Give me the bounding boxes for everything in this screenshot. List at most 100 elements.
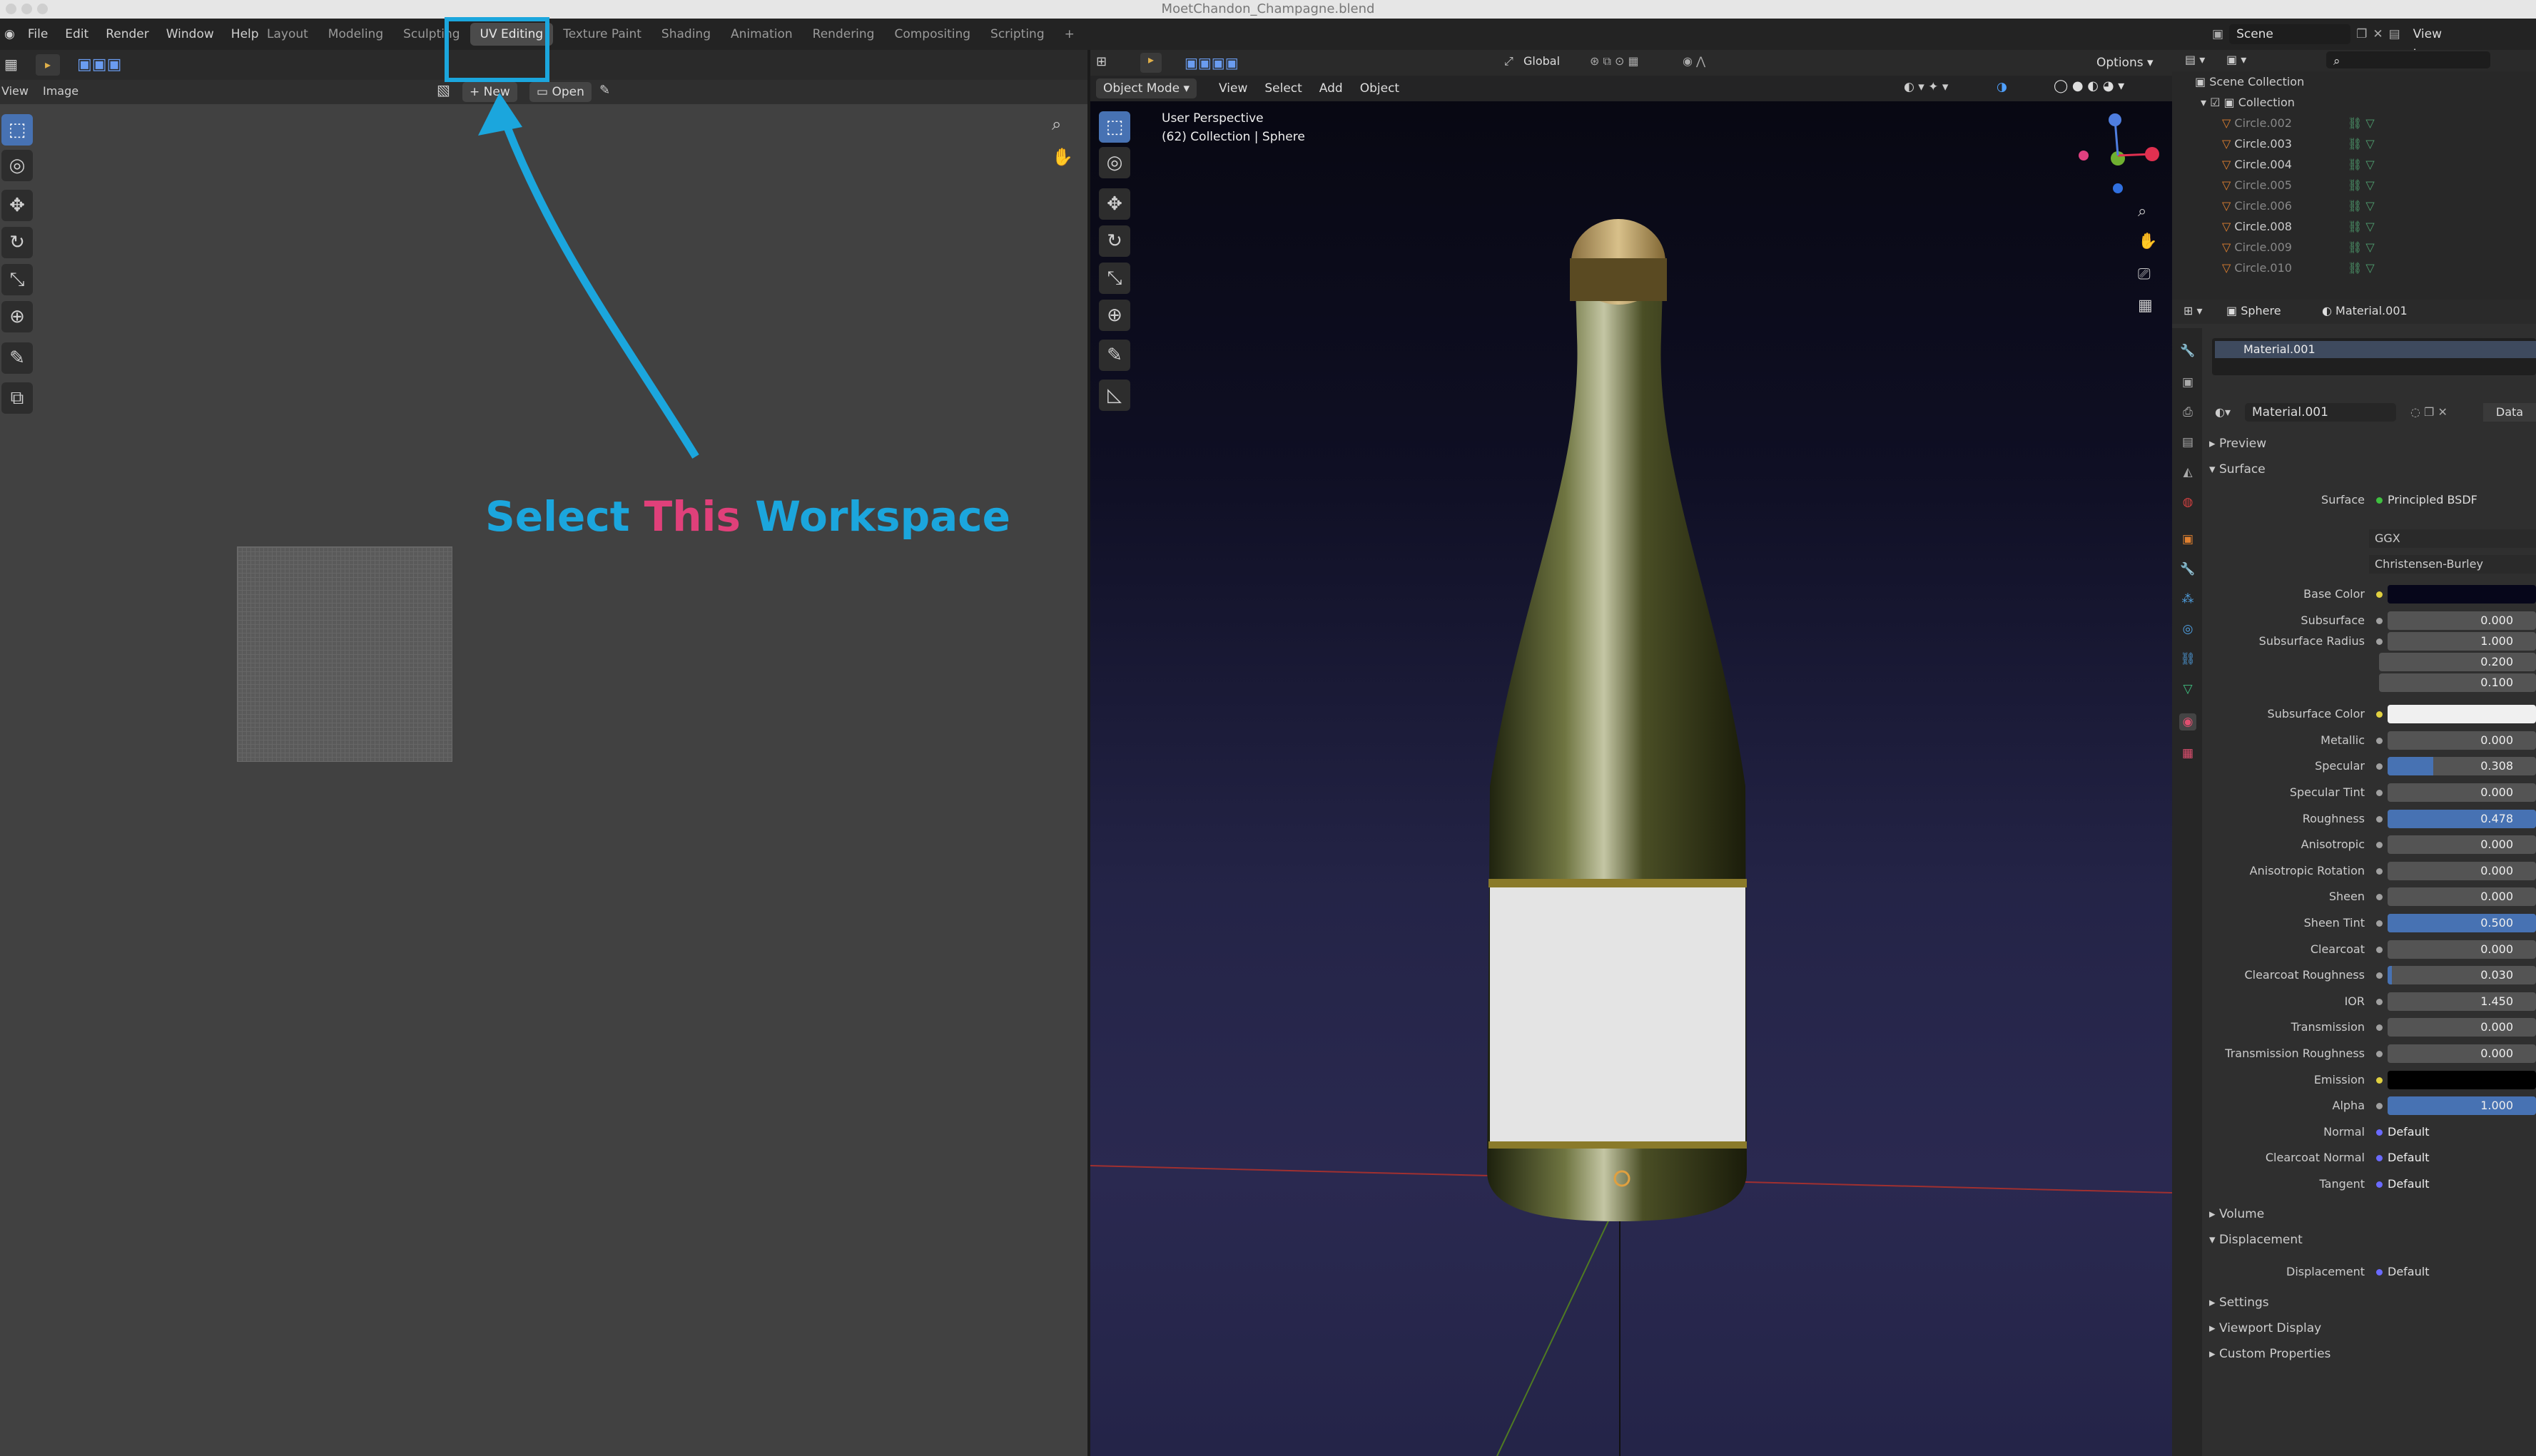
constraints-tab-icon[interactable]: ⛓	[2179, 651, 2196, 668]
new-scene-icon[interactable]: ❐	[2356, 27, 2367, 41]
surface-panel-header[interactable]: ▾ Surface	[2209, 462, 2266, 477]
outliner-scene-collection[interactable]: ▣ Scene Collection	[2172, 71, 2536, 92]
color-swatch[interactable]	[2388, 1070, 2536, 1089]
workspace-tab-scripting[interactable]: Scripting	[980, 27, 1055, 41]
param-slider[interactable]: 0.000	[2388, 887, 2536, 907]
select-box-tool-icon[interactable]: ⬚	[1, 114, 33, 146]
param-slider[interactable]: 0.478	[2388, 809, 2536, 828]
overlay-toggle-icon[interactable]: ◑	[1997, 80, 2007, 94]
param-slider[interactable]: 0.000	[2388, 940, 2536, 959]
param-slider[interactable]: 0.030	[2388, 966, 2536, 985]
param-slider[interactable]: 0.000	[2388, 783, 2536, 802]
editor-type-icon[interactable]: ▦	[4, 56, 18, 73]
viewport-display-panel-header[interactable]: ▸ Viewport Display	[2209, 1321, 2321, 1335]
outliner-item[interactable]: ▽ Circle.008 ⛓ ▽	[2172, 216, 2536, 237]
viewport-select-box-icon[interactable]: ⬚	[1099, 111, 1130, 143]
viewport-menu-add[interactable]: Add	[1319, 81, 1343, 96]
outliner-item[interactable]: ▽ Circle.010 ⛓ ▽	[2172, 258, 2536, 278]
ortho-toggle-icon[interactable]: ▦	[2138, 297, 2153, 315]
workspace-tab-modeling[interactable]: Modeling	[318, 27, 393, 41]
menu-edit[interactable]: Edit	[56, 27, 97, 41]
settings-panel-header[interactable]: ▸ Settings	[2209, 1295, 2269, 1310]
data-tab-icon[interactable]: ▽	[2179, 681, 2196, 698]
subsurface-method-dropdown[interactable]: Christensen-Burley	[2369, 555, 2536, 574]
param-slider[interactable]: 0.000	[2388, 1044, 2536, 1063]
maximize-window-button[interactable]	[37, 4, 48, 14]
displacement-value[interactable]: Default	[2388, 1263, 2536, 1281]
scene-field[interactable]: Scene	[2229, 24, 2351, 44]
selection-mode-icons[interactable]: ▣▣▣	[77, 56, 121, 73]
modifier-data-icons[interactable]: ⛓ ▽	[2348, 258, 2375, 278]
outliner-item[interactable]: ▽ Circle.009 ⛓ ▽	[2172, 237, 2536, 258]
pivot-snap-icons[interactable]: ⊛ ⧉ ⊙ ▦	[1590, 54, 1639, 68]
viewport-cursor-icon[interactable]: ◎	[1099, 147, 1130, 178]
outliner-item[interactable]: ▽ Circle.006 ⛓ ▽	[2172, 195, 2536, 216]
select-mode-icon[interactable]: ▸	[36, 54, 60, 76]
cursor-tool-icon[interactable]: ◎	[1, 150, 33, 181]
viewport-rotate-icon[interactable]: ↻	[1099, 225, 1130, 257]
param-slider[interactable]: 1.000	[2388, 1096, 2536, 1116]
material-slot-item[interactable]: Material.001	[2215, 341, 2536, 358]
texture-tab-icon[interactable]: ▦	[2179, 745, 2196, 762]
annotate-tool-icon[interactable]: ✎	[1, 342, 33, 374]
viewport-menu-select[interactable]: Select	[1264, 81, 1302, 96]
viewport-pan-icon[interactable]: ✋	[2138, 233, 2157, 250]
outliner-editor-icon[interactable]: ▤ ▾	[2185, 53, 2205, 66]
viewport-menu-object[interactable]: Object	[1360, 81, 1399, 96]
color-swatch[interactable]	[2388, 705, 2536, 724]
grab-tool-icon[interactable]: ⧉	[1, 382, 33, 414]
viewport-editor-type-icon[interactable]: ⊞	[1096, 54, 1107, 69]
rotate-tool-icon[interactable]: ↻	[1, 227, 33, 258]
param-slider[interactable]: 1.000	[2388, 631, 2536, 651]
viewport-move-icon[interactable]: ✥	[1099, 188, 1130, 220]
scale-tool-icon[interactable]: ⤡	[1, 264, 33, 295]
param-slider[interactable]: 0.100	[2379, 673, 2536, 692]
view-layer-tab-icon[interactable]: ▤	[2179, 434, 2196, 451]
uv-image-menu[interactable]: Image	[43, 84, 78, 98]
workspace-tab-layout[interactable]: Layout	[257, 27, 318, 41]
menu-window[interactable]: Window	[158, 27, 223, 41]
modifier-data-icons[interactable]: ⛓ ▽	[2348, 237, 2375, 258]
move-tool-icon[interactable]: ✥	[1, 190, 33, 221]
output-tab-icon[interactable]: ⎙	[2179, 404, 2196, 421]
material-browse-icon[interactable]: ◐▾	[2215, 405, 2231, 419]
physics-tab-icon[interactable]: ◎	[2179, 621, 2196, 638]
transform-orientation-icon[interactable]: ⤢	[1504, 54, 1513, 68]
object-mode-dropdown[interactable]: Object Mode ▾	[1096, 78, 1197, 98]
param-link-value[interactable]: Default	[2388, 1123, 2536, 1141]
delete-scene-icon[interactable]: ✕	[2373, 27, 2383, 41]
uv-view-menu[interactable]: View	[1, 84, 29, 98]
outliner-item[interactable]: ▽ Circle.003 ⛓ ▽	[2172, 133, 2536, 154]
material-fake-user-icon[interactable]: ◌ ❐ ✕	[2410, 405, 2448, 419]
preview-panel-header[interactable]: ▸ Preview	[2209, 437, 2266, 451]
param-link-value[interactable]: Default	[2388, 1149, 2536, 1167]
viewport-visibility-icons[interactable]: ◐ ▾ ✦ ▾	[1904, 80, 1948, 94]
workspace-tab-rendering[interactable]: Rendering	[803, 27, 885, 41]
zoom-icon[interactable]: ⌕	[1052, 114, 1061, 134]
scene-icon[interactable]: ▣	[2212, 27, 2223, 41]
param-slider[interactable]: 0.000	[2388, 861, 2536, 880]
workspace-tab-compositing[interactable]: Compositing	[884, 27, 980, 41]
modifier-tab-icon[interactable]: 🔧	[2179, 561, 2196, 578]
viewport-scale-icon[interactable]: ⤡	[1099, 263, 1130, 294]
close-window-button[interactable]	[6, 4, 16, 14]
tool-tab-icon[interactable]: 🔧	[2179, 342, 2196, 360]
modifier-data-icons[interactable]: ⛓ ▽	[2348, 195, 2375, 216]
viewport-zoom-icon[interactable]: ⌕	[2138, 203, 2146, 220]
particles-tab-icon[interactable]: ⁂	[2179, 591, 2196, 608]
param-slider[interactable]: 0.308	[2388, 757, 2536, 776]
outliner-item[interactable]: ▽ Circle.004 ⛓ ▽	[2172, 154, 2536, 175]
workspace-tab-shading[interactable]: Shading	[651, 27, 721, 41]
outliner-search-input[interactable]: ⌕	[2326, 51, 2490, 68]
scene-tab-icon[interactable]: ◭	[2179, 464, 2196, 481]
material-tab-icon[interactable]: ◉	[2179, 713, 2196, 730]
options-dropdown[interactable]: Options ▾	[2089, 53, 2161, 73]
breadcrumb-material[interactable]: ◐ Material.001	[2322, 304, 2408, 317]
param-slider[interactable]: 0.000	[2388, 835, 2536, 855]
shading-mode-icons[interactable]: ◯ ● ◐ ◕ ▾	[2054, 78, 2124, 93]
camera-view-icon[interactable]: ⎚	[2138, 265, 2151, 283]
minimize-window-button[interactable]	[21, 4, 32, 14]
add-workspace-button[interactable]: +	[1055, 27, 1085, 41]
outliner-display-mode-icon[interactable]: ▣ ▾	[2226, 53, 2246, 66]
distribution-dropdown[interactable]: GGX	[2369, 529, 2536, 548]
